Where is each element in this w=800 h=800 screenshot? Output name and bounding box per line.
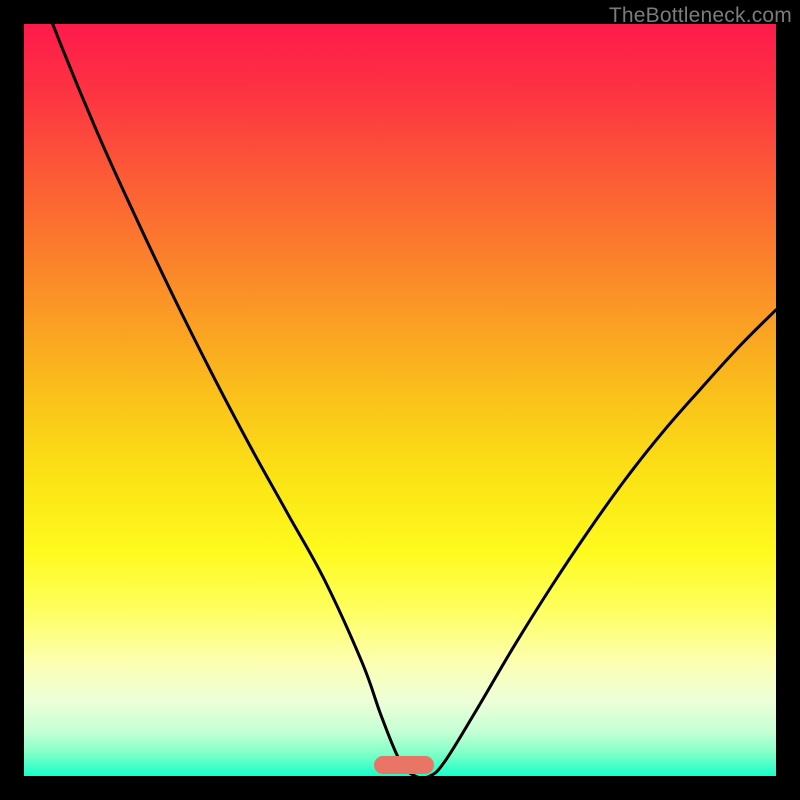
chart-frame: TheBottleneck.com (0, 0, 800, 800)
watermark-text: TheBottleneck.com (609, 4, 792, 28)
optimal-range-marker (374, 756, 434, 774)
chart-plot-area (24, 24, 776, 776)
bottleneck-curve (24, 24, 776, 776)
